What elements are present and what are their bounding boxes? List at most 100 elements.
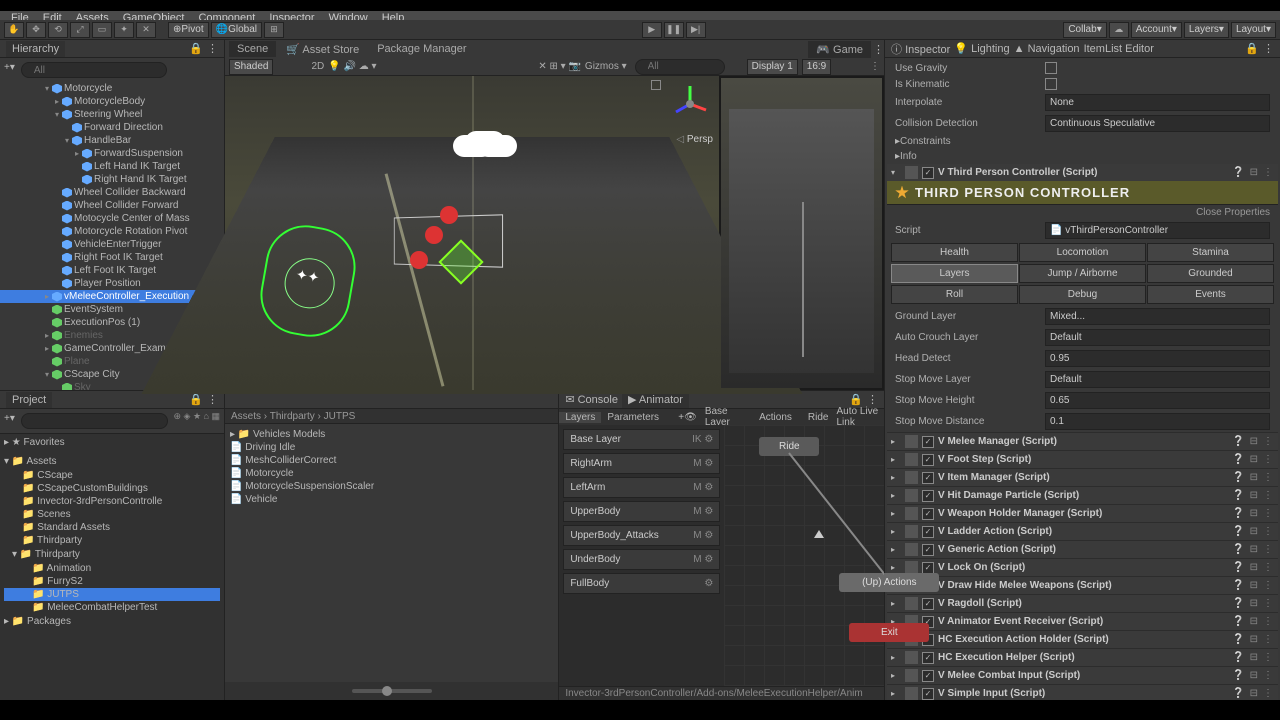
- comp-header[interactable]: V Melee Combat Input (Script): [938, 670, 1228, 681]
- animator-layer[interactable]: UnderBodyM ⚙: [563, 549, 720, 570]
- tab-jump[interactable]: Jump / Airborne: [1019, 264, 1146, 283]
- comp-enabled[interactable]: ✓: [922, 508, 934, 520]
- help-icon[interactable]: ❔: [1232, 688, 1245, 699]
- packages-folder[interactable]: ▸ 📁 Packages: [2, 615, 222, 628]
- file-item[interactable]: 📄 Vehicle: [229, 493, 554, 506]
- scene-tool-icon[interactable]: [651, 80, 661, 90]
- menu-window[interactable]: Window: [322, 11, 375, 20]
- scene-search[interactable]: [635, 59, 725, 75]
- help-icon[interactable]: ❔: [1232, 652, 1245, 663]
- comp-enabled[interactable]: ✓: [922, 526, 934, 538]
- hierarchy-item[interactable]: Player Position: [0, 277, 224, 290]
- packagemgr-tab[interactable]: Package Manager: [369, 41, 474, 57]
- help-icon[interactable]: ❔: [1232, 616, 1245, 627]
- cloud-button[interactable]: ☁: [1109, 22, 1129, 38]
- tpc-header[interactable]: V Third Person Controller (Script): [938, 167, 1228, 178]
- stop-height-field[interactable]: 0.65: [1045, 392, 1270, 409]
- comp-menu-icon[interactable]: ⋮: [1263, 472, 1274, 483]
- comp-header[interactable]: V Animator Event Receiver (Script): [938, 616, 1228, 627]
- project-tab[interactable]: Project: [6, 392, 52, 408]
- comp-header[interactable]: V Hit Damage Particle (Script): [938, 490, 1228, 501]
- menu-component[interactable]: Component: [191, 11, 262, 20]
- ground-layer-drop[interactable]: Mixed...: [1045, 308, 1270, 325]
- itemlist-tab[interactable]: ItemList Editor: [1084, 43, 1154, 55]
- preset-icon[interactable]: ⊟: [1250, 490, 1259, 501]
- help-icon[interactable]: ❔: [1232, 562, 1245, 573]
- hierarchy-item[interactable]: ▾Motorcycle: [0, 82, 224, 95]
- hierarchy-item[interactable]: ▸MotorcycleBody: [0, 95, 224, 108]
- comp-enabled[interactable]: ✓: [922, 472, 934, 484]
- comp-header[interactable]: V Weapon Holder Manager (Script): [938, 508, 1228, 519]
- hierarchy-item[interactable]: Forward Direction: [0, 121, 224, 134]
- transform-tool[interactable]: ✦: [114, 22, 134, 38]
- comp-menu-icon[interactable]: ⋮: [1263, 598, 1274, 609]
- menu-gameobject[interactable]: GameObject: [116, 11, 192, 20]
- preset-icon[interactable]: ⊟: [1250, 670, 1259, 681]
- aspect-drop[interactable]: 16:9: [802, 59, 831, 75]
- help-icon[interactable]: ❔: [1232, 526, 1245, 537]
- menubar[interactable]: File Edit Assets GameObject Component In…: [0, 0, 1280, 20]
- anim-layers-tab[interactable]: Layers: [559, 412, 601, 423]
- hierarchy-item[interactable]: Right Foot IK Target: [0, 251, 224, 264]
- account-drop[interactable]: Account ▾: [1131, 22, 1182, 38]
- comp-header[interactable]: HC Execution Action Holder (Script): [938, 634, 1228, 645]
- comp-header[interactable]: V Melee Manager (Script): [938, 436, 1228, 447]
- assets-folder[interactable]: ▾ 📁 Assets: [2, 455, 222, 468]
- comp-menu-icon[interactable]: ⋮: [1263, 580, 1274, 591]
- rect-tool[interactable]: ▭: [92, 22, 112, 38]
- menu-edit[interactable]: Edit: [36, 11, 69, 20]
- pivot-toggle[interactable]: ⊕ Pivot: [168, 22, 209, 38]
- hierarchy-item[interactable]: Left Hand IK Target: [0, 160, 224, 173]
- comp-menu-icon[interactable]: ⋮: [1263, 634, 1274, 645]
- comp-header[interactable]: V Item Manager (Script): [938, 472, 1228, 483]
- stop-dist-field[interactable]: 0.1: [1045, 413, 1270, 430]
- comp-header[interactable]: V Simple Input (Script): [938, 688, 1228, 699]
- navigation-tab[interactable]: ▲ Navigation: [1014, 43, 1080, 55]
- project-search[interactable]: [21, 413, 168, 429]
- tab-events[interactable]: Events: [1147, 285, 1274, 304]
- 2d-toggle[interactable]: 2D: [311, 61, 324, 72]
- help-icon[interactable]: ❔: [1232, 490, 1245, 501]
- folder-item[interactable]: 📁 FurryS2: [4, 575, 220, 588]
- animator-layer[interactable]: RightArmM ⚙: [563, 453, 720, 474]
- crouch-layer-drop[interactable]: Default: [1045, 329, 1270, 346]
- tab-locomotion[interactable]: Locomotion: [1019, 243, 1146, 262]
- comp-menu-icon[interactable]: ⋮: [1263, 670, 1274, 681]
- comp-header[interactable]: HC Execution Helper (Script): [938, 652, 1228, 663]
- thirdparty-folder[interactable]: ▾ 📁 Thirdparty: [2, 548, 222, 561]
- help-icon[interactable]: ❔: [1232, 598, 1245, 609]
- interpolate-drop[interactable]: None: [1045, 94, 1270, 111]
- animator-graph[interactable]: Ride (Up) Actions Exit: [724, 425, 884, 686]
- tpc-script-field[interactable]: 📄 vThirdPersonController: [1045, 222, 1270, 239]
- folder-item[interactable]: 📁 CScape: [4, 469, 220, 482]
- play-button[interactable]: ▶: [642, 22, 662, 38]
- comp-enabled[interactable]: ✓: [922, 562, 934, 574]
- comp-menu-icon[interactable]: ⋮: [1263, 652, 1274, 663]
- project-menu-icon[interactable]: ⋮: [207, 393, 218, 406]
- display-drop[interactable]: Display 1: [747, 59, 798, 75]
- hierarchy-menu-icon[interactable]: ⋮: [207, 42, 218, 55]
- comp-header[interactable]: V Ragdoll (Script): [938, 598, 1228, 609]
- pause-button[interactable]: ❚❚: [664, 22, 684, 38]
- layers-drop[interactable]: Layers ▾: [1184, 22, 1229, 38]
- help-icon[interactable]: ❔: [1232, 544, 1245, 555]
- hierarchy-item[interactable]: ▾Steering Wheel: [0, 108, 224, 121]
- folder-item[interactable]: 📁 Standard Assets: [4, 521, 220, 534]
- comp-enabled[interactable]: ✓: [922, 454, 934, 466]
- state-up-actions[interactable]: (Up) Actions: [839, 573, 939, 592]
- ride-bc[interactable]: Ride: [800, 412, 837, 423]
- hierarchy-item[interactable]: VehicleEnterTrigger: [0, 238, 224, 251]
- custom-tool[interactable]: ✕: [136, 22, 156, 38]
- comp-menu-icon[interactable]: ⋮: [1263, 688, 1274, 699]
- comp-menu-icon[interactable]: ⋮: [1263, 544, 1274, 555]
- preset-icon[interactable]: ⊟: [1250, 634, 1259, 645]
- tab-stamina[interactable]: Stamina: [1147, 243, 1274, 262]
- hierarchy-item[interactable]: Motorcycle Rotation Pivot: [0, 225, 224, 238]
- scene-tab[interactable]: Scene: [229, 41, 276, 57]
- file-item[interactable]: 📄 Driving Idle: [229, 441, 554, 454]
- menu-file[interactable]: File: [4, 11, 36, 20]
- anim-params-tab[interactable]: Parameters: [601, 412, 665, 423]
- scene-view[interactable]: ✦✦ ◁ Persp: [225, 76, 719, 390]
- comp-header[interactable]: V Lock On (Script): [938, 562, 1228, 573]
- preset-icon[interactable]: ⊟: [1250, 508, 1259, 519]
